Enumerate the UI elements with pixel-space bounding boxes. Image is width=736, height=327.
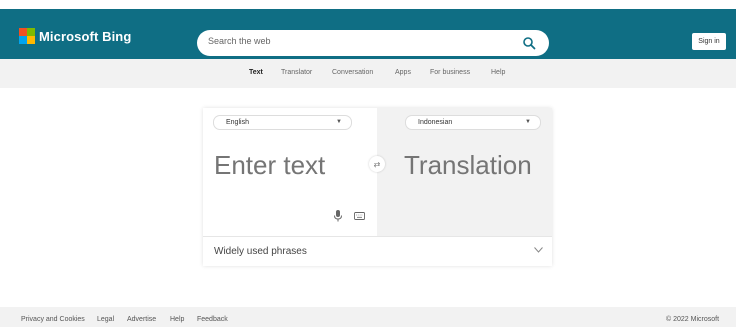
search-input[interactable]	[208, 36, 508, 46]
source-language-label: English	[226, 119, 249, 126]
tab-text[interactable]: Text	[249, 69, 263, 76]
translator-card: English ▼ Enter text Indonesian ▼ Transl…	[203, 108, 552, 266]
footer-link-feedback[interactable]: Feedback	[197, 316, 228, 323]
footer-link-help[interactable]: Help	[170, 316, 184, 323]
source-language-select[interactable]: English ▼	[213, 115, 352, 130]
search-box	[197, 30, 549, 56]
phrases-label: Widely used phrases	[214, 246, 307, 257]
translation-output: Translation	[404, 150, 532, 180]
copyright-text: © 2022 Microsoft	[666, 316, 720, 323]
tab-apps[interactable]: Apps	[395, 69, 411, 76]
source-text-input[interactable]: Enter text	[214, 150, 325, 181]
search-icon[interactable]	[522, 36, 536, 50]
tab-for-business[interactable]: For business	[430, 69, 470, 76]
footer-link-legal[interactable]: Legal	[97, 316, 114, 323]
sign-in-button[interactable]: Sign in	[692, 33, 726, 50]
widely-used-phrases[interactable]: Widely used phrases	[203, 236, 552, 267]
keyboard-icon[interactable]	[354, 212, 365, 220]
target-pane: Indonesian ▼ Translation	[377, 108, 552, 236]
tab-help[interactable]: Help	[491, 69, 505, 76]
microsoft-logo-icon	[19, 28, 35, 44]
chevron-down-icon[interactable]	[534, 247, 543, 253]
tab-conversation[interactable]: Conversation	[332, 69, 373, 76]
sub-navigation: Text Translator Conversation Apps For bu…	[0, 59, 736, 88]
target-language-label: Indonesian	[418, 119, 453, 126]
tab-translator[interactable]: Translator	[281, 69, 312, 76]
source-pane[interactable]: English ▼ Enter text	[203, 108, 377, 236]
chevron-down-icon: ▼	[525, 119, 531, 125]
footer-link-advertise[interactable]: Advertise	[127, 316, 156, 323]
footer: Privacy and Cookies Legal Advertise Help…	[0, 307, 736, 327]
logo-text: Microsoft Bing	[39, 28, 132, 44]
target-language-select[interactable]: Indonesian ▼	[405, 115, 541, 130]
chevron-down-icon: ▼	[336, 119, 342, 125]
swap-languages-icon[interactable]: ⇄	[369, 156, 385, 172]
footer-link-privacy[interactable]: Privacy and Cookies	[21, 316, 85, 323]
top-header: Microsoft Bing Sign in	[0, 9, 736, 59]
bing-logo[interactable]: Microsoft Bing	[19, 27, 131, 45]
microphone-icon[interactable]	[333, 210, 343, 222]
